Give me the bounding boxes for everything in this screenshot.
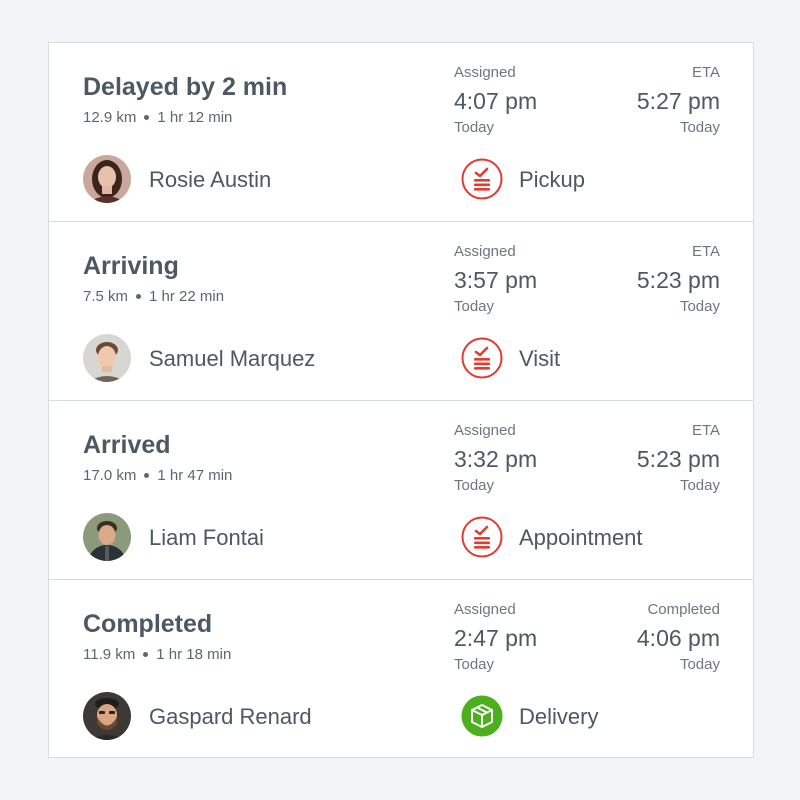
assigned-day: Today — [454, 119, 495, 136]
assigned-day: Today — [454, 477, 495, 494]
order-meta: 11.9 km 1 hr 18 min — [83, 646, 231, 663]
order-meta: 7.5 km 1 hr 22 min — [83, 288, 224, 305]
order-status: Completed — [83, 610, 213, 638]
assigned-label: Assigned — [454, 601, 516, 618]
eta-time: 5:27 pm — [636, 88, 720, 114]
order-distance: 7.5 km — [83, 288, 129, 305]
separator-dot-icon — [143, 651, 149, 657]
assigned-label: Assigned — [454, 243, 516, 260]
separator-dot-icon — [136, 293, 142, 299]
order-status: Arrived — [83, 431, 171, 459]
order-duration: 1 hr 12 min — [157, 109, 233, 126]
avatar — [83, 513, 131, 561]
task-type: Pickup — [519, 167, 586, 192]
task-checklist-icon — [461, 158, 503, 200]
completed-time: 4:06 pm — [636, 625, 720, 651]
task-type: Appointment — [519, 525, 643, 550]
assigned-day: Today — [454, 298, 495, 315]
task-checklist-icon — [461, 337, 503, 379]
assigned-time: 3:32 pm — [454, 446, 538, 472]
avatar — [83, 692, 131, 740]
task-checklist-icon — [461, 516, 503, 558]
avatar — [83, 334, 131, 382]
order-duration: 1 hr 47 min — [157, 467, 233, 484]
order-meta: 12.9 km 1 hr 12 min — [83, 109, 232, 126]
assigned-time: 4:07 pm — [454, 88, 538, 114]
person-name: Samuel Marquez — [149, 346, 316, 371]
eta-time: 5:23 pm — [636, 267, 720, 293]
separator-dot-icon — [144, 472, 150, 478]
order-distance: 11.9 km — [83, 646, 136, 663]
task-type: Delivery — [519, 704, 599, 729]
orders-list: Delayed by 2 min 12.9 km 1 hr 12 min Rosi… — [48, 42, 754, 758]
assigned-day: Today — [454, 656, 495, 673]
eta-label: ETA — [691, 64, 720, 81]
order-distance: 17.0 km — [83, 467, 137, 484]
person-name: Liam Fontai — [149, 525, 264, 550]
person-name: Rosie Austin — [149, 167, 272, 192]
order-distance: 12.9 km — [83, 109, 137, 126]
package-box-icon — [461, 695, 503, 737]
order-status: Arriving — [83, 252, 179, 280]
separator-dot-icon — [144, 114, 150, 120]
eta-day: Today — [679, 477, 720, 494]
eta-day: Today — [679, 119, 720, 136]
order-duration: 1 hr 22 min — [149, 288, 225, 305]
order-row[interactable]: Arriving 7.5 km 1 hr 22 min Samuel Marque… — [49, 222, 753, 401]
order-status: Delayed by 2 min — [83, 73, 288, 101]
eta-time: 5:23 pm — [636, 446, 720, 472]
completed-label: Completed — [647, 601, 720, 618]
assigned-time: 3:57 pm — [454, 267, 538, 293]
avatar — [83, 155, 131, 203]
task-type: Visit — [519, 346, 561, 371]
assigned-label: Assigned — [454, 422, 516, 439]
order-duration: 1 hr 18 min — [156, 646, 232, 663]
order-meta: 17.0 km 1 hr 47 min — [83, 467, 232, 484]
order-row[interactable]: Completed 11.9 km 1 hr 18 min Gaspard Ren… — [49, 580, 753, 759]
order-row[interactable]: Arrived 17.0 km 1 hr 47 min Liam Fontai A… — [49, 401, 753, 580]
order-row[interactable]: Delayed by 2 min 12.9 km 1 hr 12 min Rosi… — [49, 43, 753, 222]
eta-label: ETA — [691, 243, 720, 260]
person-name: Gaspard Renard — [149, 704, 312, 729]
assigned-label: Assigned — [454, 64, 516, 81]
completed-day: Today — [679, 656, 720, 673]
eta-day: Today — [679, 298, 720, 315]
eta-label: ETA — [691, 422, 720, 439]
assigned-time: 2:47 pm — [454, 625, 538, 651]
